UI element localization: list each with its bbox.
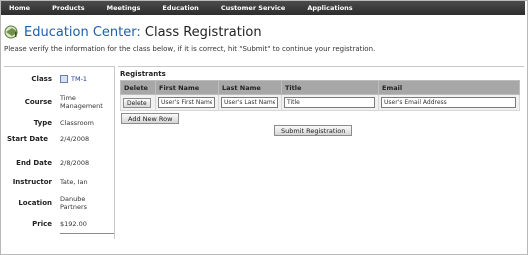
column-header-email: Email [378,80,520,95]
location-value: Danube Partners [60,195,88,211]
page-title: Education Center: Class Registration [24,25,262,40]
first-name-cell [155,94,219,111]
class-value[interactable]: TM-1 [60,75,112,83]
location-row: Location Danube Partners [4,195,116,211]
last-name-cell [218,94,282,111]
registrants-panel: Registrants Delete First Name Last Name … [118,66,524,239]
top-navigation: Home Products Meetings Education Custome… [1,1,525,15]
type-value: Classroom [60,119,94,127]
calendar-icon [60,75,68,83]
nav-item-home[interactable]: Home [9,4,30,12]
start-date-label: Start Date [7,135,48,143]
course-label: Course [24,98,52,106]
type-row: Type Classroom [4,119,116,127]
add-new-row-button[interactable]: Add New Row [121,113,180,124]
class-row: Class TM-1 [4,75,116,83]
nav-item-applications[interactable]: Applications [307,4,352,12]
first-name-input[interactable] [158,97,215,108]
column-header-last-name: Last Name [218,80,282,95]
location-label: Location [18,199,52,207]
submit-registration-button[interactable]: Submit Registration [274,125,353,136]
instructor-label: Instructor [12,178,52,186]
table-row: Delete [120,94,520,111]
nav-item-customer-service[interactable]: Customer Service [221,4,286,12]
column-header-delete: Delete [120,80,156,95]
table-header-row: Delete First Name Last Name Title Email [120,80,520,95]
page-title-text: Class Registration [140,24,262,40]
end-date-label: End Date [16,159,52,167]
price-divider [60,233,114,234]
nav-item-products[interactable]: Products [52,4,85,12]
class-info-panel: Class TM-1 Course Time Management Type C… [4,66,115,239]
title-input[interactable] [284,97,375,108]
end-date-row: End Date 2/8/2008 [4,159,116,167]
nav-item-meetings[interactable]: Meetings [107,4,141,12]
instructor-row: Instructor Tate, Ian [4,178,116,186]
email-cell [378,94,520,111]
price-row: Price $192.00 [4,220,116,228]
registrants-table: Delete First Name Last Name Title Email … [120,80,520,111]
start-date-row: Start Date 2/4/2008 [4,135,116,143]
course-value: Time Management [60,94,103,110]
class-link[interactable]: TM-1 [71,75,87,83]
nav-item-education[interactable]: Education [162,4,198,12]
end-date-value: 2/8/2008 [60,159,90,167]
page-header: Education Center: Class Registration [4,22,262,42]
email-input[interactable] [381,97,516,108]
type-label: Type [33,119,52,127]
class-label: Class [31,75,52,83]
registrants-heading: Registrants [120,70,166,78]
course-row: Course Time Management [4,94,116,110]
instructions-text: Please verify the information for the cl… [4,45,376,53]
brand-label: Education Center: [24,24,141,40]
last-name-input[interactable] [221,97,278,108]
title-cell [281,94,379,111]
education-logo-icon [4,24,20,40]
instructor-value: Tate, Ian [60,178,88,186]
price-label: Price [32,220,52,228]
column-header-first-name: First Name [155,80,219,95]
column-header-title: Title [281,80,379,95]
delete-row-button[interactable]: Delete [123,97,151,108]
delete-cell: Delete [120,94,156,111]
price-value: $192.00 [60,220,87,228]
start-date-value: 2/4/2008 [60,135,90,143]
